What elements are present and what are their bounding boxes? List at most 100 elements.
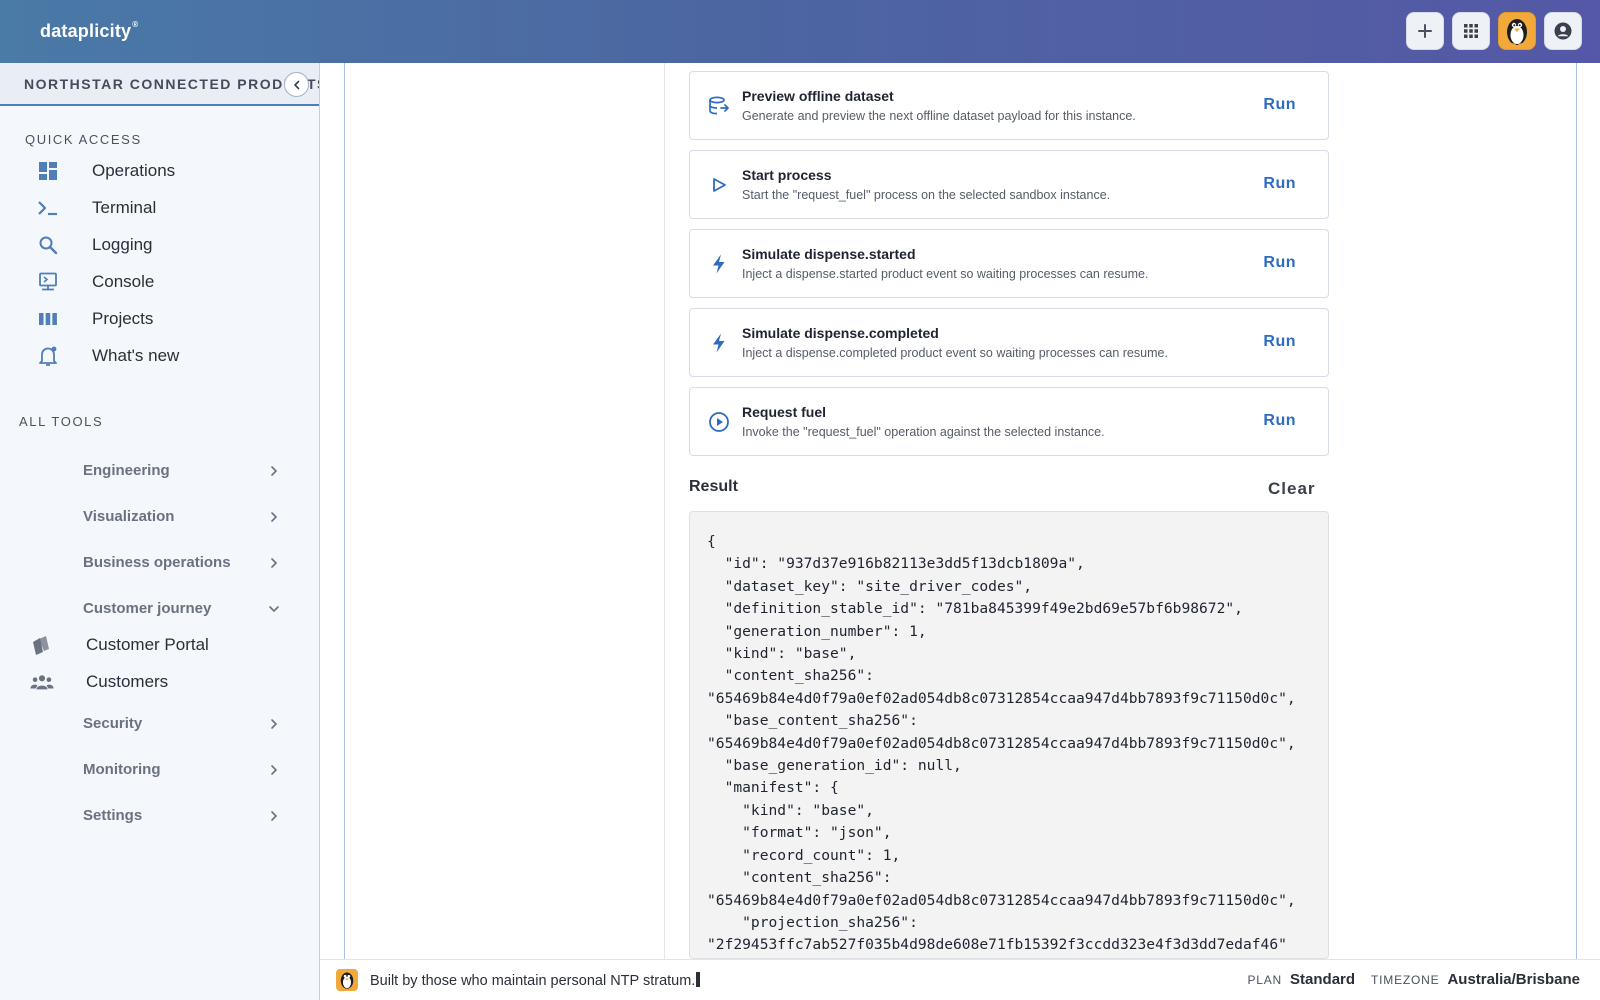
action-description: Inject a dispense.started product event … xyxy=(742,267,1149,281)
account-button[interactable] xyxy=(1544,12,1582,50)
action-title: Start process xyxy=(742,167,832,183)
penguin-icon xyxy=(336,969,358,991)
sidebar-item-label: Customers xyxy=(86,672,169,691)
all-tools-label: ALL TOOLS xyxy=(19,414,104,429)
run-button[interactable]: Run xyxy=(1263,254,1296,272)
result-title: Result xyxy=(689,478,738,495)
sidebar-item-terminal[interactable]: Terminal xyxy=(0,191,319,225)
timezone-value: Australia/Brisbane xyxy=(1447,971,1580,988)
bell-icon xyxy=(37,345,59,367)
org-name: NORTHSTAR CONNECTED PRODUCTS xyxy=(24,76,319,92)
tool-group-monitoring[interactable]: Monitoring xyxy=(0,754,319,788)
result-output[interactable]: { "id": "937d37e916b82113e3dd5f13dcb1809… xyxy=(689,511,1329,959)
sidebar-item-label: Operations xyxy=(92,161,176,180)
chevron-right-icon xyxy=(271,512,278,522)
sidebar-item-customer-portal[interactable]: Customer Portal xyxy=(0,628,319,662)
play-circle-icon xyxy=(709,412,729,432)
terminal-icon xyxy=(37,197,59,219)
sidebar-item-label: Terminal xyxy=(92,198,157,217)
action-description: Generate and preview the next offline da… xyxy=(742,109,1136,123)
bolt-icon xyxy=(713,333,725,353)
sidebar-item-console[interactable]: Console xyxy=(0,265,319,299)
add-button[interactable] xyxy=(1406,12,1444,50)
tool-group-label: Visualization xyxy=(83,508,175,525)
tool-group-engineering[interactable]: Engineering xyxy=(0,455,319,489)
action-card-preview-offline-dataset: Preview offline dataset Generate and pre… xyxy=(689,71,1329,140)
tool-group-label: Engineering xyxy=(83,462,170,479)
footer-meta: PLAN Standard TIMEZONE Australia/Brisban… xyxy=(1247,971,1580,988)
tool-group-label: Business operations xyxy=(83,554,231,571)
brand-logo[interactable]: dataplicity® xyxy=(40,20,139,42)
dataset-icon xyxy=(709,96,729,115)
collapse-sidebar-button[interactable] xyxy=(284,72,309,97)
chevron-right-icon xyxy=(271,811,278,821)
run-button[interactable]: Run xyxy=(1263,333,1296,351)
run-button[interactable]: Run xyxy=(1263,175,1296,193)
tool-group-label: Customer journey xyxy=(83,600,212,617)
action-card-request-fuel: Request fuel Invoke the "request_fuel" o… xyxy=(689,387,1329,456)
panel-divider xyxy=(1576,63,1577,959)
brand-name: dataplicity xyxy=(40,21,132,41)
tool-group-label: Monitoring xyxy=(83,761,161,778)
tool-group-label: Security xyxy=(83,715,143,732)
action-description: Invoke the "request_fuel" operation agai… xyxy=(742,425,1105,439)
plus-icon xyxy=(1418,24,1432,38)
action-description: Start the "request_fuel" process on the … xyxy=(742,188,1111,202)
run-button[interactable]: Run xyxy=(1263,96,1296,114)
org-selector[interactable]: NORTHSTAR CONNECTED PRODUCTS xyxy=(0,63,319,106)
tool-group-business-operations[interactable]: Business operations xyxy=(0,547,319,581)
user-avatar-button[interactable] xyxy=(1498,12,1536,50)
tool-group-label: Settings xyxy=(83,807,143,824)
action-title: Request fuel xyxy=(742,404,827,420)
plan-label: PLAN xyxy=(1247,973,1283,987)
brand-mark: ® xyxy=(132,20,139,29)
portal-icon xyxy=(30,634,54,656)
action-card-simulate-dispense-completed: Simulate dispense.completed Inject a dis… xyxy=(689,308,1329,377)
chevron-right-icon xyxy=(271,765,278,775)
search-icon xyxy=(37,234,59,256)
quick-access-label: QUICK ACCESS xyxy=(25,132,142,147)
run-button[interactable]: Run xyxy=(1263,412,1296,430)
tool-group-visualization[interactable]: Visualization xyxy=(0,501,319,535)
apps-button[interactable] xyxy=(1452,12,1490,50)
people-icon xyxy=(30,671,54,693)
bolt-icon xyxy=(713,254,725,274)
sidebar: NORTHSTAR CONNECTED PRODUCTS QUICK ACCES… xyxy=(0,63,320,1000)
sidebar-item-logging[interactable]: Logging xyxy=(0,228,319,262)
tool-group-customer-journey[interactable]: Customer journey xyxy=(0,593,319,627)
action-card-simulate-dispense-started: Simulate dispense.started Inject a dispe… xyxy=(689,229,1329,298)
action-title: Simulate dispense.completed xyxy=(742,325,939,341)
result-json: { "id": "937d37e916b82113e3dd5f13dcb1809… xyxy=(707,533,1296,954)
chevron-right-icon xyxy=(271,558,278,568)
sidebar-item-label: Customer Portal xyxy=(86,635,209,654)
sidebar-item-label: Projects xyxy=(92,309,154,328)
text-cursor xyxy=(696,972,701,987)
footer-message: Built by those who maintain personal NTP… xyxy=(370,972,701,989)
action-card-start-process: Start process Start the "request_fuel" p… xyxy=(689,150,1329,219)
clear-button[interactable]: Clear xyxy=(1268,479,1316,499)
top-bar: dataplicity® xyxy=(0,0,1600,63)
sidebar-item-customers[interactable]: Customers xyxy=(0,665,319,699)
sidebar-item-whats-new[interactable]: What's new xyxy=(0,339,319,373)
action-title: Preview offline dataset xyxy=(742,88,894,104)
tool-group-settings[interactable]: Settings xyxy=(0,800,319,834)
action-description: Inject a dispense.completed product even… xyxy=(742,346,1168,360)
sidebar-item-label: Logging xyxy=(92,235,153,254)
user-circle-icon xyxy=(1554,22,1572,40)
top-actions xyxy=(1406,12,1582,50)
chevron-down-icon xyxy=(269,606,279,613)
panel-divider xyxy=(664,63,665,959)
sidebar-item-projects[interactable]: Projects xyxy=(0,302,319,336)
chevron-right-icon xyxy=(271,719,278,729)
columns-icon xyxy=(37,308,59,330)
timezone-label: TIMEZONE xyxy=(1371,973,1440,987)
sidebar-item-operations[interactable]: Operations xyxy=(0,154,319,188)
plan-value: Standard xyxy=(1290,971,1356,988)
sidebar-item-label: Console xyxy=(92,272,155,291)
console-icon xyxy=(37,271,59,293)
action-title: Simulate dispense.started xyxy=(742,246,916,262)
footer-message-text: Built by those who maintain personal NTP… xyxy=(370,973,696,989)
dashboard-icon xyxy=(37,160,59,182)
chevron-right-icon xyxy=(271,466,278,476)
tool-group-security[interactable]: Security xyxy=(0,708,319,742)
